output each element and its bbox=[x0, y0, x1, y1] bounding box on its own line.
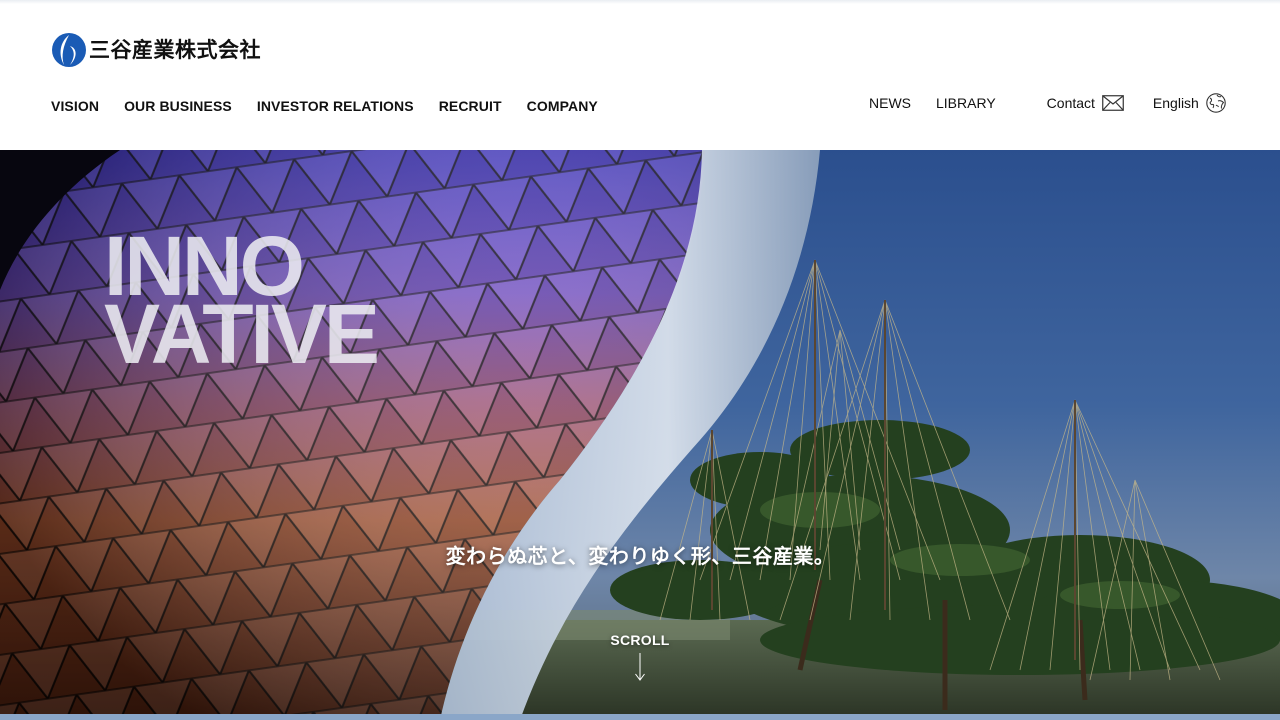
main-navigation: VISION OUR BUSINESS INVESTOR RELATIONS R… bbox=[51, 97, 623, 115]
library-link[interactable]: LIBRARY bbox=[936, 95, 996, 111]
english-link[interactable]: English bbox=[1153, 93, 1226, 113]
company-logo-link[interactable]: 三谷産業株式会社 bbox=[51, 32, 261, 68]
scroll-label: SCROLL bbox=[610, 632, 670, 648]
globe-icon bbox=[1206, 93, 1226, 113]
hero-bottom-bar bbox=[0, 714, 1280, 720]
logo-mark-icon bbox=[52, 33, 86, 67]
nav-recruit[interactable]: RECRUIT bbox=[439, 97, 502, 115]
arrow-down-icon bbox=[635, 653, 645, 681]
contact-link[interactable]: Contact bbox=[1047, 95, 1124, 111]
hero-innovative-text: INNO VATIVE bbox=[104, 224, 380, 381]
hero-section: INNO VATIVE 変わらぬ芯と、変わりゆく形、三谷産業。 SCROLL bbox=[0, 150, 1280, 720]
header-top-shadow bbox=[0, 0, 1280, 4]
english-label: English bbox=[1152, 95, 1199, 111]
contact-label: Contact bbox=[1046, 95, 1095, 111]
scroll-down-link[interactable]: SCROLL bbox=[600, 632, 680, 681]
logo-text: 三谷産業株式会社 bbox=[89, 37, 261, 62]
nav-company[interactable]: COMPANY bbox=[527, 97, 598, 115]
utility-navigation: NEWS LIBRARY Contact English bbox=[869, 92, 1226, 114]
nav-our-business[interactable]: OUR BUSINESS bbox=[124, 97, 232, 115]
news-link[interactable]: NEWS bbox=[869, 95, 911, 111]
hero-tagline: 変わらぬ芯と、変わりゆく形、三谷産業。 bbox=[445, 544, 835, 568]
hero-word-line2: VATIVE bbox=[104, 287, 380, 381]
nav-investor-relations[interactable]: INVESTOR RELATIONS bbox=[257, 97, 414, 115]
nav-vision[interactable]: VISION bbox=[51, 97, 99, 115]
mail-icon bbox=[1102, 95, 1124, 111]
site-header: 三谷産業株式会社 VISION OUR BUSINESS INVESTOR RE… bbox=[0, 0, 1280, 150]
